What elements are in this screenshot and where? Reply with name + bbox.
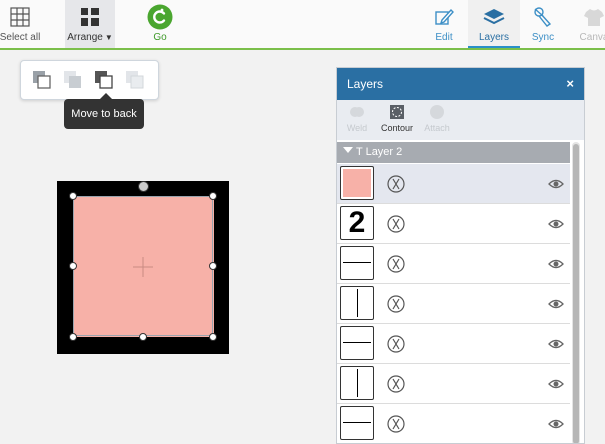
weld-label: Weld [346, 123, 368, 133]
arrange-icon [80, 5, 100, 29]
caret-down-icon: ▼ [104, 33, 113, 42]
attach-button[interactable]: Attach [415, 104, 459, 133]
eye-icon[interactable] [548, 298, 564, 310]
layers-icon [483, 5, 505, 29]
attach-icon [430, 105, 444, 119]
canvas-tab[interactable]: Canva [574, 0, 605, 48]
edit-tab[interactable]: Edit [424, 0, 464, 48]
arrange-button[interactable]: Arrange ▼ [65, 0, 115, 48]
eye-icon[interactable] [548, 218, 564, 230]
go-icon [147, 4, 173, 30]
send-to-back-icon[interactable] [32, 70, 52, 90]
contour-button[interactable]: Contour [375, 104, 419, 133]
cut-icon[interactable] [387, 255, 405, 273]
layer-thumbnail: 2 [340, 206, 374, 240]
select-all-button[interactable]: Select all [0, 0, 40, 48]
layer-thumbnail [340, 406, 374, 440]
cut-icon[interactable] [387, 375, 405, 393]
contour-icon [390, 105, 404, 119]
sync-icon [532, 5, 554, 29]
arrange-label: Arrange [67, 32, 103, 43]
center-crosshair-icon [133, 257, 153, 277]
layer-row[interactable] [337, 284, 570, 324]
go-label: Go [153, 32, 167, 43]
eye-icon[interactable] [548, 178, 564, 190]
eye-icon[interactable] [548, 338, 564, 350]
layers-scrollbar-thumb[interactable] [573, 144, 579, 443]
tshirt-icon [583, 5, 605, 29]
grid-icon [10, 5, 30, 29]
sync-label: Sync [531, 32, 555, 43]
close-icon[interactable]: × [566, 76, 574, 91]
cut-icon[interactable] [387, 215, 405, 233]
cut-icon[interactable] [387, 175, 405, 193]
resize-handle-bottom[interactable] [139, 333, 147, 341]
cut-icon[interactable] [387, 415, 405, 433]
layer-row[interactable] [337, 324, 570, 364]
cut-icon[interactable] [387, 295, 405, 313]
layer-group-header[interactable]: T Layer 2 [337, 142, 570, 163]
move-to-back-icon[interactable] [94, 70, 114, 90]
layer-row[interactable] [337, 404, 570, 443]
layers-toolbar: Weld Contour Attach [337, 100, 584, 140]
layer-group-label: T Layer 2 [356, 146, 403, 158]
arrange-dropdown [20, 60, 159, 100]
layer-thumbnail [340, 246, 374, 280]
eye-icon[interactable] [548, 378, 564, 390]
layer-row[interactable] [337, 364, 570, 404]
layers-tab[interactable]: Layers [468, 0, 520, 48]
select-all-label: Select all [0, 32, 41, 43]
move-to-back-tooltip: Move to back [64, 93, 144, 129]
layer-thumbnail [340, 366, 374, 400]
resize-handle-top-right[interactable] [209, 192, 217, 200]
resize-handle-bottom-right[interactable] [209, 333, 217, 341]
bring-forward-icon[interactable] [125, 70, 145, 90]
attach-label: Attach [424, 123, 450, 133]
cut-icon[interactable] [387, 335, 405, 353]
resize-handle-top-left[interactable] [69, 192, 77, 200]
layers-label: Layers [478, 32, 509, 43]
top-toolbar: Select all Arrange▼ Go Edit Layers Sync [0, 0, 605, 50]
layer-thumbnail-glyph: 2 [348, 206, 366, 239]
resize-handle-left[interactable] [69, 262, 77, 270]
layer-row[interactable]: 2 [337, 204, 570, 244]
eye-icon[interactable] [548, 418, 564, 430]
pencil-edit-icon [434, 5, 454, 29]
weld-button[interactable]: Weld [337, 104, 379, 133]
move-backward-icon[interactable] [63, 70, 83, 90]
layer-row[interactable] [337, 244, 570, 284]
go-button[interactable]: Go [140, 0, 180, 48]
resize-handle-bottom-left[interactable] [69, 333, 77, 341]
layers-panel: Layers × Weld Contour Attach T Layer 2 2 [336, 67, 585, 444]
sync-tab[interactable]: Sync [522, 0, 564, 48]
canvas-label: Canva [579, 32, 605, 43]
rotate-handle[interactable] [138, 181, 149, 192]
layer-thumbnail [340, 286, 374, 320]
contour-label: Contour [380, 123, 414, 133]
weld-icon [350, 107, 364, 117]
layer-thumbnail [340, 166, 374, 200]
resize-handle-right[interactable] [209, 262, 217, 270]
edit-label: Edit [435, 32, 453, 43]
expand-triangle-icon[interactable] [343, 147, 353, 153]
layer-thumbnail [340, 326, 374, 360]
layer-row[interactable] [337, 164, 570, 204]
layers-panel-title: Layers [347, 77, 384, 91]
eye-icon[interactable] [548, 258, 564, 270]
layers-panel-header: Layers × [337, 68, 584, 100]
